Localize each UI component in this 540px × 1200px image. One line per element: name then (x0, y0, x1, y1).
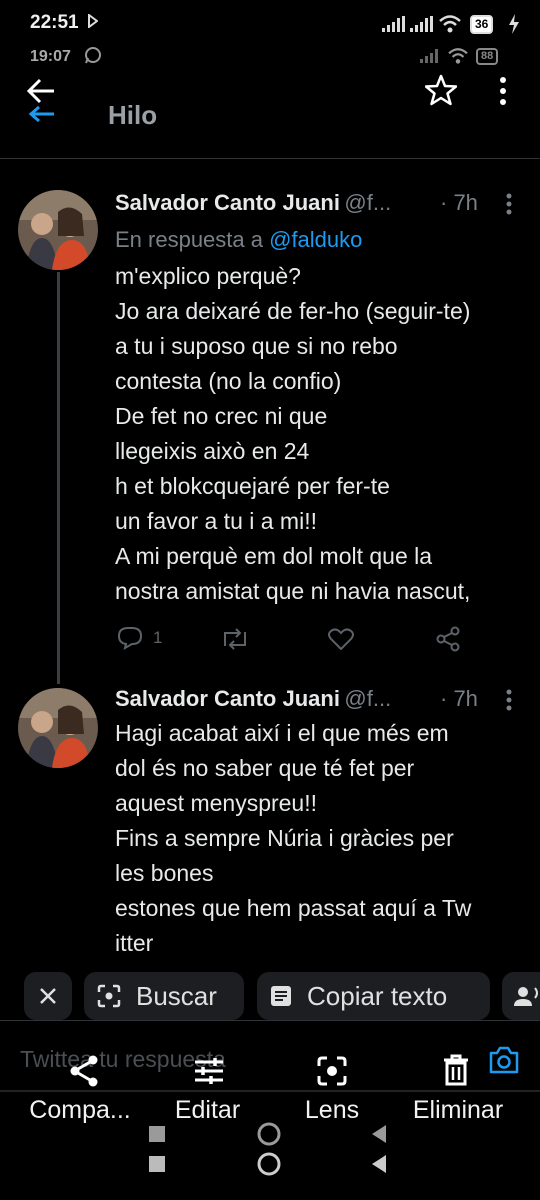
tweet-text: Hagi acabat així i el que més em dol és … (115, 720, 472, 956)
document-text-icon (271, 986, 291, 1006)
star-icon[interactable] (425, 74, 457, 106)
inner-recents-icon (149, 1126, 165, 1142)
reply-context: En respuesta a @falduko (115, 227, 362, 253)
edit-button[interactable]: Editar (150, 1096, 265, 1125)
search-button[interactable]: Buscar (84, 972, 244, 1020)
close-icon (40, 988, 56, 1004)
person-voice-icon (514, 987, 538, 1006)
share-icon[interactable] (68, 1054, 100, 1088)
status-time: 22:51 (30, 12, 79, 33)
reply-prefix: En respuesta a (115, 227, 263, 252)
tweet-header: Salvador Canto Juani @f... (115, 190, 391, 216)
signal-1-icon (382, 16, 405, 32)
tweet-time: · 7h (440, 190, 478, 215)
author-handle[interactable]: @f... (344, 686, 391, 711)
whatsapp-icon (85, 47, 101, 64)
lens-icon[interactable] (316, 1055, 348, 1087)
wifi-icon (439, 15, 461, 33)
share-button[interactable]: Compa... (14, 1096, 146, 1125)
tweet-text: m'explico perquè? Jo ara deixaré de fer-… (115, 263, 471, 604)
battery-indicator: 36 (470, 15, 494, 34)
lens-search-icon (97, 984, 121, 1008)
close-lens-button[interactable] (24, 972, 72, 1020)
avatar[interactable] (18, 190, 98, 270)
listen-button[interactable] (502, 972, 540, 1020)
bottom-bar-divider (0, 1090, 540, 1092)
author-name[interactable]: Salvador Canto Juani (115, 686, 340, 711)
retweet-icon[interactable] (220, 628, 250, 650)
reply-mention[interactable]: @falduko (269, 227, 362, 252)
reply-count: 1 (153, 628, 163, 647)
lens-button[interactable]: Lens (282, 1096, 382, 1125)
tweet-more-icon[interactable] (505, 192, 513, 216)
thread-header (0, 70, 540, 158)
back-arrow-icon[interactable] (26, 76, 56, 106)
page-title: Hilo (108, 100, 158, 130)
tweet-time: · 7h (440, 686, 478, 711)
search-label: Buscar (136, 980, 217, 1011)
compose-divider (0, 1020, 540, 1021)
status-bar: 22:51 36 (0, 0, 540, 40)
header-divider (0, 158, 540, 159)
share-tweet-icon[interactable] (435, 626, 461, 652)
tune-icon[interactable] (193, 1056, 225, 1086)
camera-icon[interactable] (488, 1045, 520, 1075)
copy-text-label: Copiar texto (307, 980, 448, 1011)
trash-icon[interactable] (442, 1054, 470, 1086)
signal-2-icon (410, 16, 433, 32)
reply-icon (117, 627, 143, 650)
back-button[interactable] (370, 1154, 388, 1174)
more-options-icon[interactable] (498, 76, 508, 106)
copy-text-button[interactable]: Copiar texto (257, 972, 490, 1020)
inner-signal-icon (420, 49, 438, 63)
author-name[interactable]: Salvador Canto Juani (115, 190, 340, 215)
author-handle[interactable]: @f... (344, 190, 391, 215)
avatar[interactable] (18, 688, 98, 768)
home-button[interactable] (256, 1151, 282, 1177)
inner-back-icon (372, 1125, 386, 1143)
inner-home-icon (257, 1122, 281, 1146)
inner-battery-indicator: 88 (476, 48, 499, 65)
reply-action[interactable]: 1 (117, 626, 162, 650)
inner-status-time: 19:07 (30, 48, 71, 65)
thread-line (57, 272, 60, 684)
inner-wifi-icon (448, 48, 468, 64)
recents-button[interactable] (149, 1156, 165, 1172)
delete-button[interactable]: Eliminar (396, 1096, 520, 1125)
charging-icon (509, 14, 519, 34)
play-store-icon (88, 14, 98, 28)
tweet-header: Salvador Canto Juani @f... (115, 686, 391, 712)
tweet-more-icon[interactable] (505, 688, 513, 712)
back-arrow-blue-icon[interactable] (28, 104, 56, 124)
like-icon[interactable] (328, 628, 354, 650)
